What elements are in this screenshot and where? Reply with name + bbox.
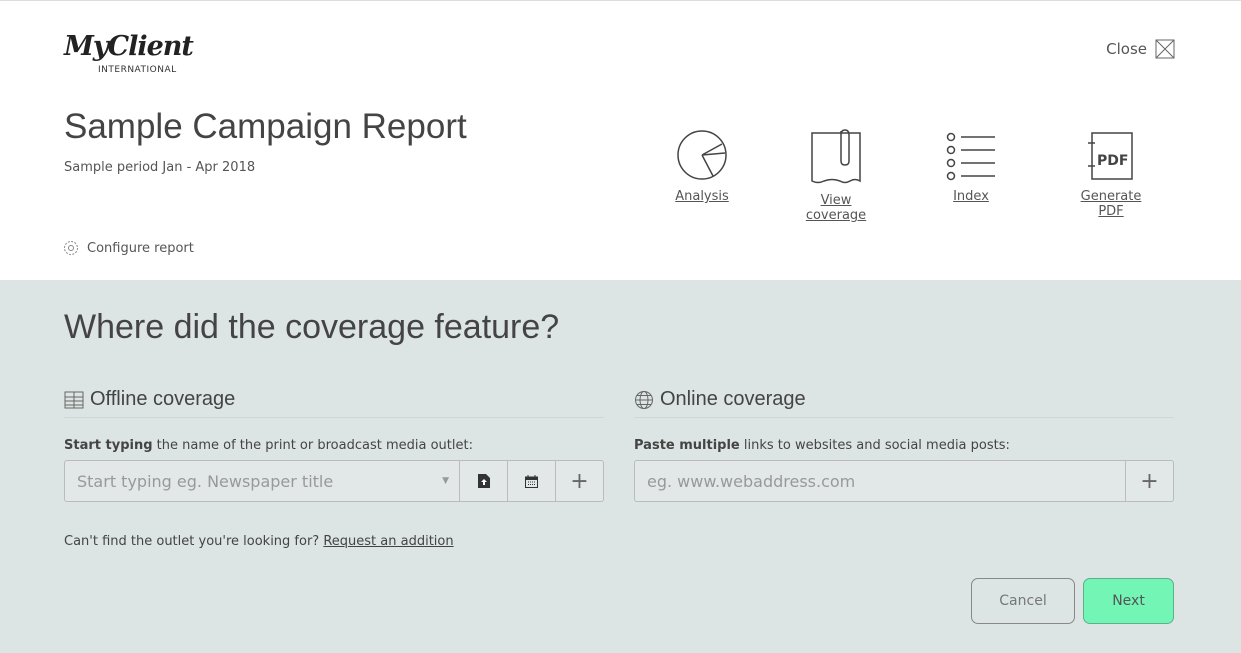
links-input[interactable]: eg. www.webaddress.com [634,460,1126,502]
globe-icon [635,390,653,409]
online-coverage-section: Online coverage Paste multiple links to … [634,388,1174,502]
section-question: Where did the coverage feature? [64,308,560,346]
add-outlet-button[interactable]: + [556,460,604,502]
page-title: Sample Campaign Report [64,107,467,146]
view-coverage-link[interactable]: View coverage [790,129,882,223]
help-text: Can't find the outlet you're looking for… [64,534,454,549]
cancel-button[interactable]: Cancel [971,578,1075,624]
svg-text:PDF: PDF [1097,153,1128,169]
next-button[interactable]: Next [1083,578,1174,624]
offline-coverage-section: Offline coverage Start typing the name o… [64,388,604,502]
request-addition-link[interactable]: Request an addition [323,534,453,549]
generate-pdf-link[interactable]: PDF Generate PDF [1066,129,1156,219]
list-icon [946,132,995,181]
report-period: Sample period Jan - Apr 2018 [64,160,256,175]
upload-file-button[interactable] [460,460,508,502]
report-header: MyClient INTERNATIONAL Close Sample Camp… [0,0,1241,280]
pdf-icon: PDF [1088,132,1133,180]
close-icon [1155,39,1175,59]
close-button[interactable]: Close [1106,39,1175,59]
file-upload-icon [477,474,490,488]
calendar-icon [525,474,538,488]
logo: MyClient INTERNATIONAL [64,31,194,75]
analysis-link[interactable]: Analysis [672,129,732,204]
date-picker-button[interactable] [508,460,556,502]
outlet-search-input[interactable]: Start typing eg. Newspaper title ▼ [64,460,460,502]
coverage-panel: Where did the coverage feature? Offline … [0,280,1241,653]
gear-icon [64,241,78,255]
newspaper-icon [64,391,84,408]
index-link[interactable]: Index [944,129,998,204]
configure-report-link[interactable]: Configure report [63,240,194,256]
clipped-page-icon [811,129,861,184]
add-link-button[interactable]: + [1126,460,1174,502]
chevron-down-icon[interactable]: ▼ [442,476,449,486]
pie-chart-icon [677,130,727,180]
